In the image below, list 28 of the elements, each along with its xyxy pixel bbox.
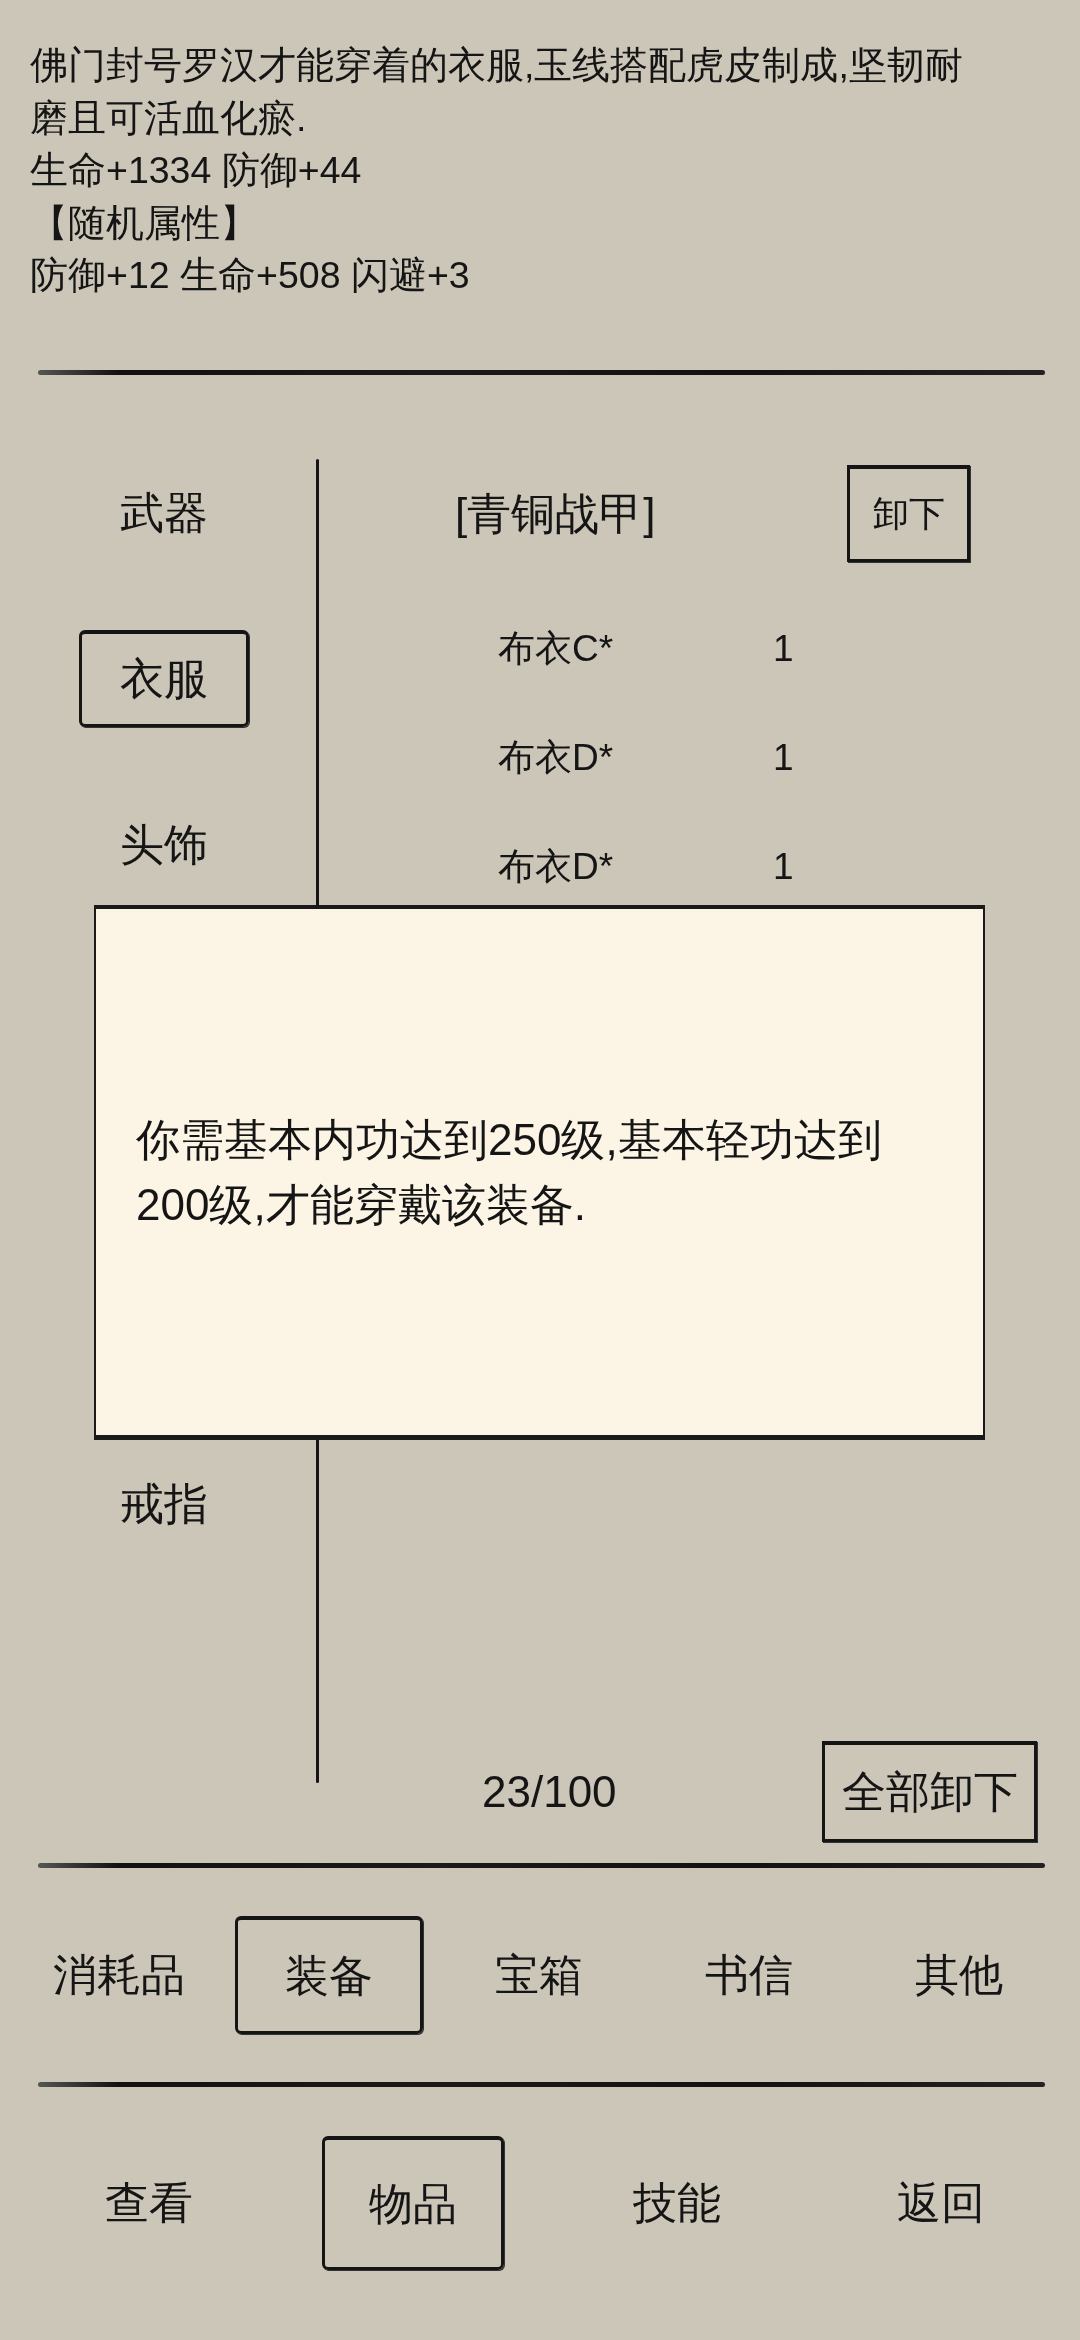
category-tab[interactable]: 其他 — [865, 1916, 1053, 2034]
item-count: 1 — [772, 739, 794, 776]
random-stats-text: 防御+12 生命+508 闪避+3 — [30, 253, 471, 298]
bottom-nav-tab[interactable]: 返回 — [850, 2136, 1032, 2270]
equipment-slot-tab[interactable]: 武器 — [79, 464, 249, 561]
bottom-nav-tab[interactable]: 物品 — [322, 2136, 504, 2270]
bottom-nav-tab[interactable]: 查看 — [58, 2136, 240, 2270]
unequip-all-button[interactable]: 全部卸下 — [822, 1741, 1037, 1842]
random-attributes-heading: 【随机属性】 — [30, 200, 259, 246]
equipped-item-name: [青铜战甲] — [455, 491, 656, 536]
item-name[interactable]: 布衣D* — [498, 739, 771, 776]
item-description: 佛门封号罗汉才能穿着的衣服,玉线搭配虎皮制成,坚韧耐磨且可活血化瘀. — [30, 43, 964, 141]
base-stats-text: 生命+1334 防御+44 — [30, 148, 363, 193]
category-tab[interactable]: 消耗品 — [25, 1916, 213, 2034]
item-count: 1 — [772, 848, 794, 885]
unequip-button[interactable]: 卸下 — [847, 465, 970, 562]
equipment-slot-tab[interactable]: 头饰 — [79, 796, 249, 893]
capacity-count: 23/100 — [482, 1769, 617, 1814]
item-count: 1 — [772, 630, 794, 667]
dialog-message: 你需基本内功达到250级,基本轻功达到200级,才能穿戴该装备. — [136, 1114, 883, 1231]
item-name[interactable]: 布衣C* — [498, 630, 771, 667]
equipment-slot-tab[interactable]: 衣服 — [79, 630, 249, 727]
item-name[interactable]: 布衣D* — [498, 848, 771, 885]
bottom-nav-tab[interactable]: 技能 — [586, 2136, 768, 2270]
equipment-slot-tab[interactable]: 戒指 — [79, 1455, 249, 1552]
category-tab[interactable]: 书信 — [655, 1916, 843, 2034]
category-tab[interactable]: 装备 — [235, 1916, 423, 2034]
category-tab[interactable]: 宝箱 — [445, 1916, 633, 2034]
